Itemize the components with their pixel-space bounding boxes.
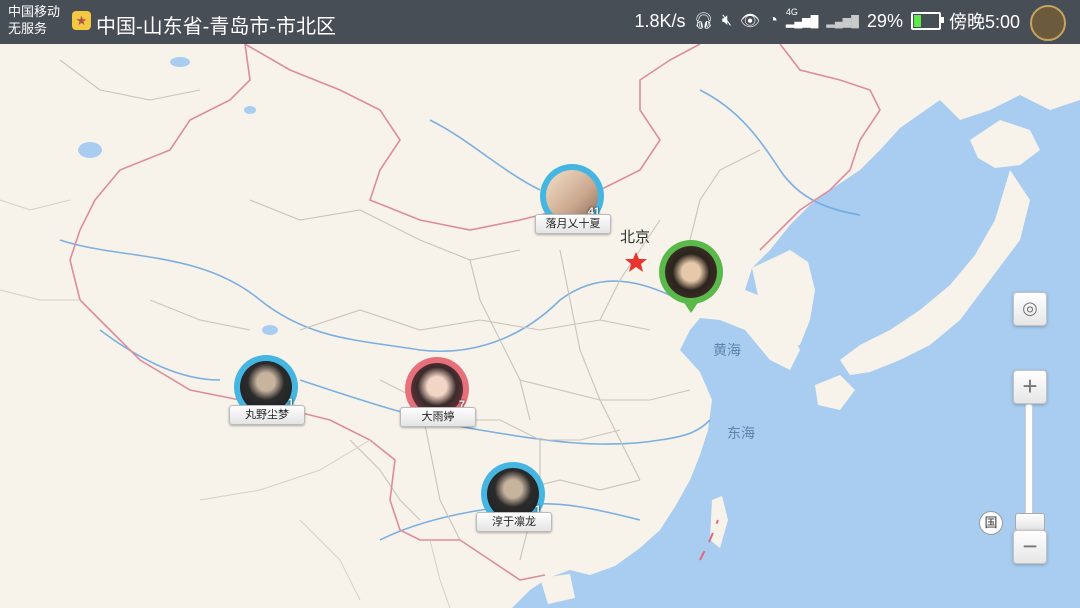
marker-name-tag: 大雨婷 bbox=[400, 407, 476, 427]
headset-icon: 🎧︎ bbox=[693, 13, 714, 30]
no-signal-icon: ▂▄▆█ bbox=[826, 15, 859, 28]
status-bar: 中国移动 无服务 ★ 中国-山东省-青岛市-市北区 1.8K/s 🎧︎ 🔇︎ 👁… bbox=[0, 0, 1080, 44]
signal-icon: 4G ▂▄▆█ bbox=[785, 6, 819, 28]
sea-label-east-sea: 东海 bbox=[727, 425, 755, 441]
status-icons: 1.8K/s 🎧︎ 🔇︎ 👁︎ ◔ 4G ▂▄▆█ ▂▄▆█ 29% 傍晚5:00 bbox=[634, 6, 1020, 34]
battery-icon bbox=[910, 12, 944, 30]
lake bbox=[78, 142, 102, 158]
lake bbox=[244, 106, 256, 114]
clock: 傍晚5:00 bbox=[948, 12, 1020, 32]
network-speed: 1.8K/s bbox=[634, 10, 686, 31]
sea-label-yellow-sea: 黄海 bbox=[713, 342, 741, 358]
settings-gear-icon[interactable] bbox=[1030, 5, 1066, 41]
zoom-in-button[interactable]: + bbox=[1013, 370, 1047, 404]
lake bbox=[262, 325, 278, 335]
mute-icon: 🔇︎ bbox=[721, 12, 732, 29]
locate-icon: ◎ bbox=[1022, 298, 1038, 318]
battery-percent: 29% bbox=[866, 10, 903, 31]
favorite-star-icon[interactable]: ★ bbox=[72, 11, 91, 30]
marker-name-tag: 丸野尘梦 bbox=[229, 405, 305, 425]
locate-button[interactable]: ◎ bbox=[1013, 292, 1047, 326]
eye-icon: 👁︎ bbox=[739, 13, 761, 30]
wifi-icon: ◔ bbox=[768, 12, 778, 29]
marker-pin bbox=[659, 240, 723, 313]
zoom-slider-track[interactable] bbox=[1025, 404, 1033, 530]
marker-name-tag: 落月乂十夏 bbox=[535, 214, 611, 234]
city-label-beijing: 北京 bbox=[620, 229, 651, 246]
carrier-name: 中国移动 bbox=[8, 4, 61, 19]
marker-tail bbox=[683, 301, 699, 313]
lake bbox=[170, 57, 190, 67]
network-type: 4G bbox=[785, 6, 798, 17]
service-status: 无服务 bbox=[8, 21, 48, 36]
battery-fill bbox=[913, 15, 922, 27]
zoom-slider-handle[interactable] bbox=[1015, 513, 1045, 531]
zoom-out-button[interactable]: − bbox=[1013, 530, 1047, 564]
avatar bbox=[665, 246, 717, 298]
carrier-info: 中国移动 无服务 bbox=[8, 3, 60, 37]
location-text: 中国-山东省-青岛市-市北区 bbox=[96, 16, 336, 38]
marker-name-tag: 淳于凛龙 bbox=[476, 512, 552, 532]
zoom-level-label: 国 bbox=[979, 511, 1003, 535]
